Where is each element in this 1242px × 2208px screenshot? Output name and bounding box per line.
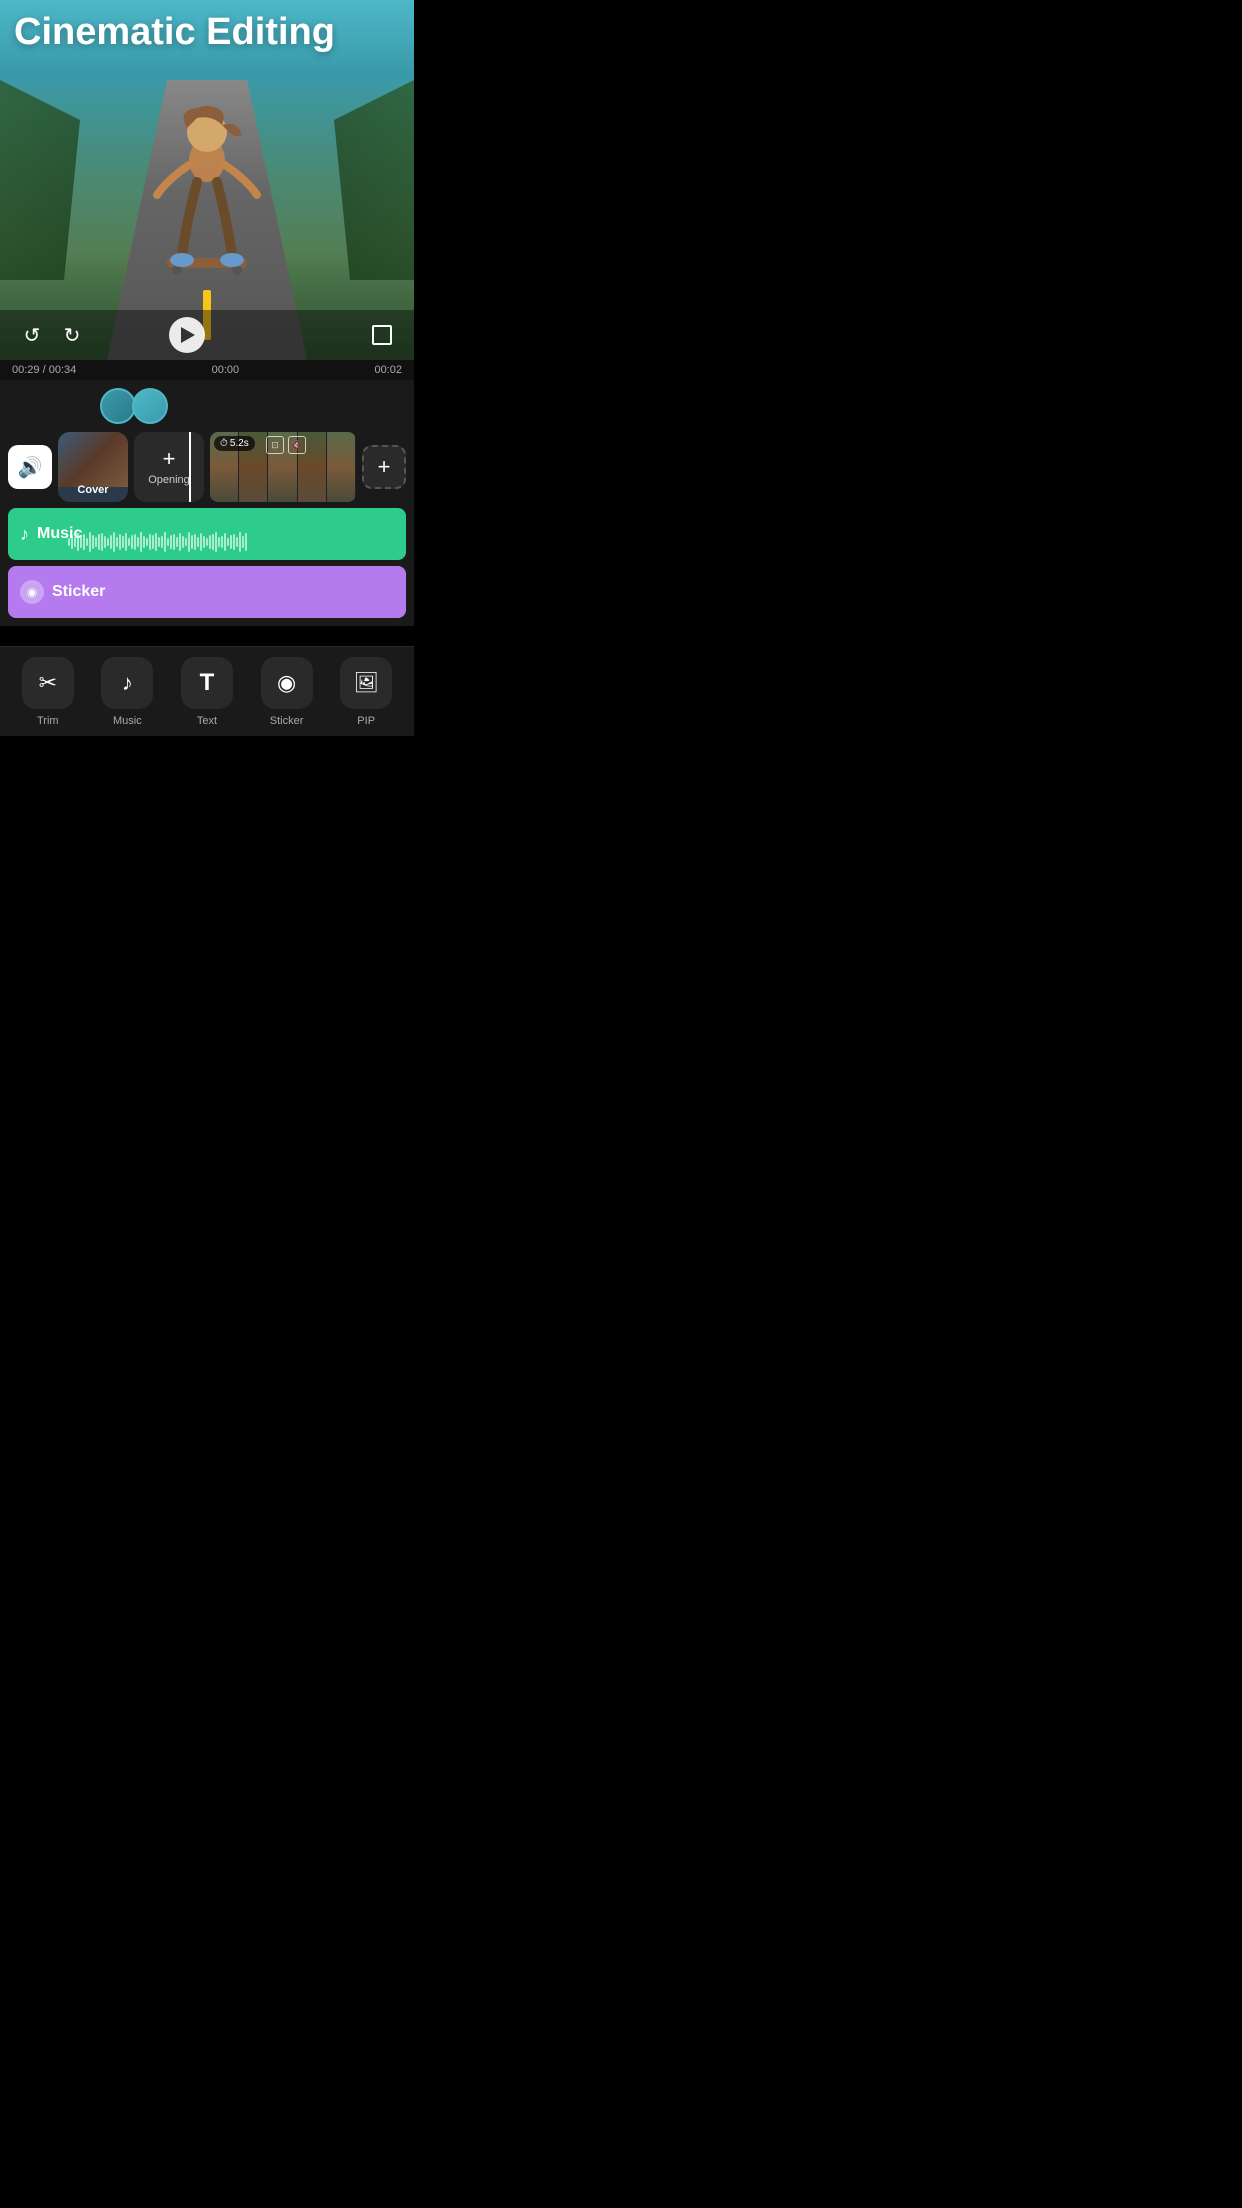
time-marker-end: 00:02 (374, 364, 402, 376)
music-track-label: Music (37, 525, 82, 543)
play-button[interactable] (169, 317, 205, 353)
app-title: Cinematic Editing (14, 12, 335, 54)
bottom-toolbar: ✂ Trim ♪ Music T Text ◉ Sticker 🖼 (0, 646, 414, 736)
add-clip-button[interactable]: + (362, 445, 406, 489)
music-track[interactable]: ♪ Music (8, 508, 406, 560)
clip-controls: ⊡ 🔇 (266, 436, 306, 454)
redo-button[interactable]: ↻ (56, 319, 88, 351)
clip-duration: 5.2s (230, 438, 249, 449)
clip-audio-icon[interactable]: 🔇 (288, 436, 306, 454)
cover-label: Cover (77, 484, 108, 496)
clip-frame-5 (327, 432, 356, 502)
cover-button[interactable]: Cover (58, 432, 128, 502)
music-note-icon: ♪ (20, 524, 29, 545)
clip-track[interactable]: ⏱ 5.2s ⊡ 🔇 (210, 432, 356, 502)
clip-trim-icon[interactable]: ⊡ (266, 436, 284, 454)
sticker-label: Sticker (270, 715, 304, 727)
clock-icon: ⏱ (220, 438, 228, 449)
trim-icon: ✂ (39, 670, 57, 696)
opening-label: Opening (148, 474, 190, 486)
pip-label: PIP (357, 715, 375, 727)
fullscreen-icon (372, 325, 392, 345)
sticker-tool[interactable]: ◉ Sticker (255, 657, 319, 727)
text-tool[interactable]: T Text (175, 657, 239, 727)
play-icon (181, 327, 195, 343)
playback-bar: ↺ ↻ (0, 310, 414, 360)
trim-label: Trim (37, 715, 59, 727)
audio-bubble-2 (132, 388, 168, 424)
sticker-icon: ◉ (20, 580, 44, 604)
fullscreen-button[interactable] (366, 319, 398, 351)
sticker-icon-bg: ◉ (261, 657, 313, 709)
plus-icon: + (163, 448, 176, 470)
track-items: 🔊 Cover + Opening ⏱ 5.2s ⊡ 🔇 (0, 432, 414, 502)
sticker-tool-icon: ◉ (277, 670, 296, 696)
audio-toggle-button[interactable]: 🔊 (8, 445, 52, 489)
opening-button[interactable]: + Opening (134, 432, 204, 502)
text-label: Text (197, 715, 217, 727)
time-bar: 00:29 / 00:34 00:00 00:02 (0, 360, 414, 380)
music-waveform (68, 532, 394, 552)
music-icon: ♪ (122, 670, 133, 696)
audio-icon: 🔊 (18, 455, 43, 480)
text-icon-bg: T (181, 657, 233, 709)
music-tool[interactable]: ♪ Music (95, 657, 159, 727)
timeline-area: 🔊 Cover + Opening ⏱ 5.2s ⊡ 🔇 (0, 380, 414, 626)
trim-icon-bg: ✂ (22, 657, 74, 709)
audio-bubble-1 (100, 388, 136, 424)
music-icon-bg: ♪ (101, 657, 153, 709)
app: Cinematic Editing (0, 0, 414, 736)
trim-tool[interactable]: ✂ Trim (16, 657, 80, 727)
skater-figure (147, 100, 267, 300)
pip-tool[interactable]: 🖼 PIP (334, 657, 398, 727)
sticker-track-label: Sticker (52, 583, 105, 601)
time-marker-center: 00:00 (212, 364, 240, 376)
undo-button[interactable]: ↺ (16, 319, 48, 351)
text-icon: T (200, 669, 215, 697)
cover-thumbnail (58, 432, 128, 487)
time-current: 00:29 / 00:34 (12, 364, 76, 376)
music-label: Music (113, 715, 142, 727)
sticker-track[interactable]: ◉ Sticker (8, 566, 406, 618)
clip-duration-badge: ⏱ 5.2s (214, 436, 255, 451)
pip-icon-bg: 🖼 (340, 657, 392, 709)
pip-icon: 🖼 (353, 670, 378, 695)
video-preview: Cinematic Editing (0, 0, 414, 360)
audio-bubbles (0, 388, 414, 432)
